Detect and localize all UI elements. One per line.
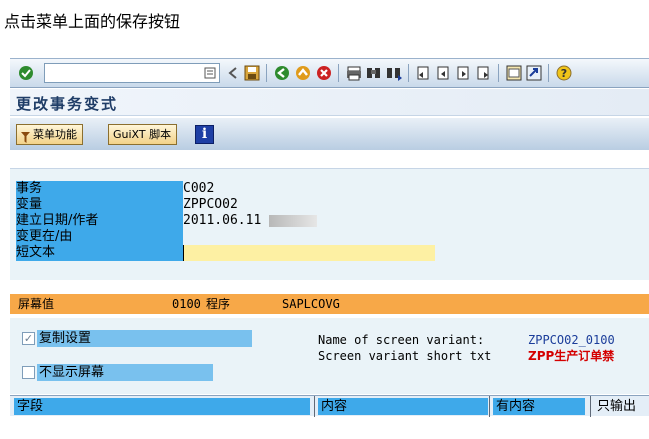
transaction-value: C002 — [183, 181, 215, 196]
system-toolbar: ? — [10, 58, 649, 88]
back-icon[interactable] — [272, 63, 292, 83]
redacted-author — [269, 214, 318, 227]
command-field[interactable] — [44, 63, 220, 83]
hide-screen-label: 不显示屏幕 — [37, 364, 213, 381]
instruction-caption: 点击菜单上面的保存按钮 — [4, 12, 181, 31]
hide-screen-row[interactable]: 不显示屏幕 — [22, 364, 232, 382]
filter-icon — [21, 130, 30, 143]
field-table-header: 字段 内容 有内容 只输出 — [10, 395, 649, 417]
variant-short-label: Screen variant short txt — [318, 349, 492, 363]
info-icon: i — [201, 126, 208, 142]
find-next-icon[interactable] — [384, 63, 404, 83]
short-text-input[interactable] — [183, 245, 435, 261]
variant-value: ZPPCO02 — [183, 197, 238, 212]
program-label: 程序 — [206, 297, 231, 311]
screen-options: ✓ 复制设置 不显示屏幕 Name of screen variant: ZPP… — [10, 318, 649, 394]
copy-settings-row[interactable]: ✓ 复制设置 — [22, 330, 254, 348]
next-page-icon[interactable] — [454, 63, 474, 83]
new-session-icon[interactable] — [504, 63, 524, 83]
variant-label: 变量 — [16, 197, 183, 213]
command-history-icon[interactable] — [203, 66, 217, 80]
variant-name-value: ZPPCO02_0100 — [528, 333, 615, 347]
copy-settings-checkbox[interactable]: ✓ — [22, 332, 35, 345]
program-name: SAPLCOVG — [282, 297, 340, 311]
title-bar: 更改事务变式 — [10, 89, 649, 116]
variant-short-value: ZPP生产订单禁 — [528, 349, 615, 363]
column-content[interactable]: 内容 — [318, 398, 488, 415]
help-icon[interactable]: ? — [554, 63, 574, 83]
prev-page-icon[interactable] — [434, 63, 454, 83]
page-title: 更改事务变式 — [16, 95, 119, 113]
column-has-content[interactable]: 有内容 — [493, 398, 585, 415]
enter-check-icon[interactable] — [16, 63, 36, 83]
transaction-label: 事务 — [16, 181, 183, 197]
hide-screen-checkbox[interactable] — [22, 366, 35, 379]
created-label: 建立日期/作者 — [16, 213, 183, 229]
screen-values-label: 屏幕值 — [18, 297, 55, 311]
svg-text:?: ? — [561, 67, 567, 80]
variant-name-label: Name of screen variant: — [318, 333, 485, 347]
header-panel: 事务 C002 变量 ZPPCO02 建立日期/作者 2011.06.11 变更… — [10, 168, 649, 280]
screen-number: 0100 — [172, 297, 201, 311]
print-icon[interactable] — [344, 63, 364, 83]
guixt-script-button[interactable]: GuiXT 脚本 — [108, 124, 178, 145]
cancel-icon[interactable] — [314, 63, 334, 83]
menu-function-button[interactable]: 菜单功能 — [16, 124, 83, 145]
menu-function-label: 菜单功能 — [33, 128, 77, 141]
column-field[interactable]: 字段 — [14, 398, 310, 415]
short-text-label: 短文本 — [16, 245, 183, 261]
copy-settings-label: 复制设置 — [37, 330, 252, 347]
changed-label: 变更在/由 — [16, 229, 183, 245]
first-page-icon[interactable] — [414, 63, 434, 83]
find-icon[interactable] — [364, 63, 384, 83]
screen-values-header: 屏幕值 0100 程序 SAPLCOVG — [10, 294, 649, 314]
info-button[interactable]: i — [195, 125, 214, 144]
last-page-icon[interactable] — [474, 63, 494, 83]
exit-icon[interactable] — [293, 63, 313, 83]
collapse-arrow-icon[interactable] — [224, 63, 244, 83]
application-toolbar: 菜单功能 GuiXT 脚本 i — [10, 118, 649, 150]
created-date: 2011.06.11 — [183, 213, 262, 228]
guixt-script-label: GuiXT 脚本 — [113, 128, 172, 141]
column-output-only[interactable]: 只输出 — [594, 398, 649, 415]
save-icon[interactable] — [242, 63, 262, 83]
created-value: 2011.06.11 — [183, 213, 318, 229]
shortcut-icon[interactable] — [524, 63, 544, 83]
